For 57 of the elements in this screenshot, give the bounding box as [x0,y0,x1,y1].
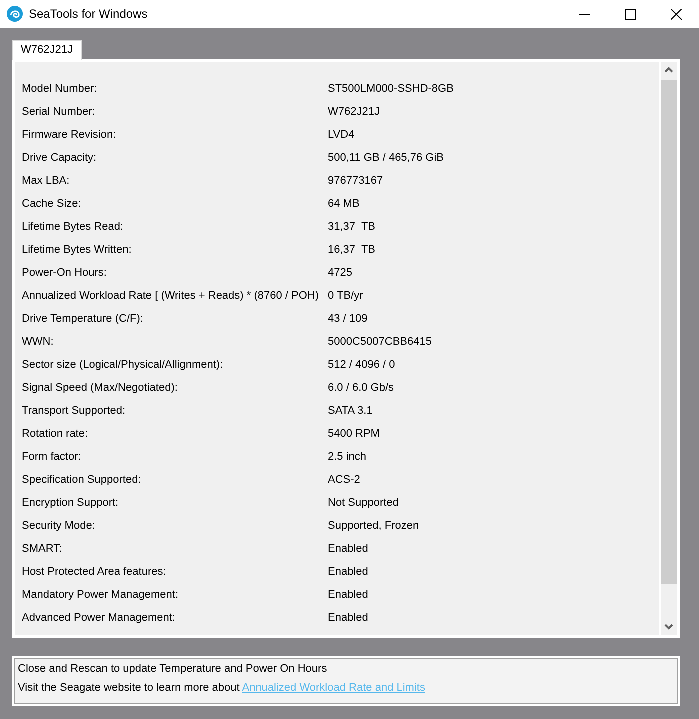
field-label: Specification Supported: [22,474,142,486]
maximize-icon[interactable] [624,8,636,20]
field-value: 43 / 109 [328,313,368,325]
field-label: SMART: [22,543,64,555]
field-label: Security Mode: [22,520,96,532]
field-label: Max LBA: [22,175,71,187]
field-label: WWN: [22,336,55,348]
field-label: Drive Capacity: [22,152,98,164]
scrollbar[interactable] [659,62,677,635]
scroll-thumb[interactable] [661,80,677,584]
field-label: Annualized Workload Rate [ (Writes + Reads) * (8760 / POH) [22,290,320,302]
field-value: 64 MB [328,198,360,210]
field-value: 4725 [328,267,352,279]
field-value: Supported, Frozen [328,520,420,532]
field-value: 31,37 TB [328,221,376,233]
field-label: Lifetime Bytes Read: [22,221,124,233]
field-label: Serial Number: [22,106,96,118]
field-label: Transport Supported: [22,405,127,417]
field-label: Model Number: [22,83,98,95]
field-value: Enabled [328,543,368,555]
close-icon[interactable] [670,8,682,20]
field-value: 976773167 [328,175,384,187]
field-label: Rotation rate: [22,428,90,440]
field-value: ACS-2 [328,474,360,486]
field-value: Enabled [328,589,368,601]
field-value: 2.5 inch [328,451,367,463]
field-label: Sector size (Logical/Physical/Allignment): [22,359,224,371]
field-value: 5400 RPM [328,428,380,440]
field-value: 5000C5007CBB6415 [328,336,432,348]
field-label: Mandatory Power Management: [22,589,180,601]
field-label: Power-On Hours: [22,267,108,279]
drive-tab[interactable]: W762J21J [12,40,82,60]
field-value: 16,37 TB [328,244,376,256]
notice-text: Close and Rescan to update Temperature and Power On Hours [18,663,328,675]
field-label: Firmware Revision: [22,129,118,141]
app-logo-icon [7,6,23,22]
field-value: Enabled [328,566,368,578]
field-label: Host Protected Area features: [22,566,168,578]
field-value: 500,11 GB / 465,76 GiB [328,152,444,164]
field-label: Advanced Power Management: [22,612,176,624]
field-value: ST500LM000-SSHD-8GB [328,83,454,95]
notice-text: Visit the Seagate website to learn more about [18,682,240,694]
field-label: Drive Temperature (C/F): [22,313,144,325]
field-value: 512 / 4096 / 0 [328,359,396,371]
field-value: W762J21J [328,106,380,118]
field-value: LVD4 [328,129,355,141]
field-label: Cache Size: [22,198,82,210]
field-value: Enabled [328,612,368,624]
field-value: 0 TB/yr [328,290,364,302]
field-value: SATA 3.1 [328,405,373,417]
window-title: SeaTools for Windows [29,7,149,21]
field-value: Not Supported [328,497,399,509]
field-label: Signal Speed (Max/Negotiated): [22,382,179,394]
field-value: 6.0 / 6.0 Gb/s [328,382,394,394]
field-label: Encryption Support: [22,497,120,509]
field-label: Form factor: [22,451,82,463]
field-label: Lifetime Bytes Written: [22,244,133,256]
